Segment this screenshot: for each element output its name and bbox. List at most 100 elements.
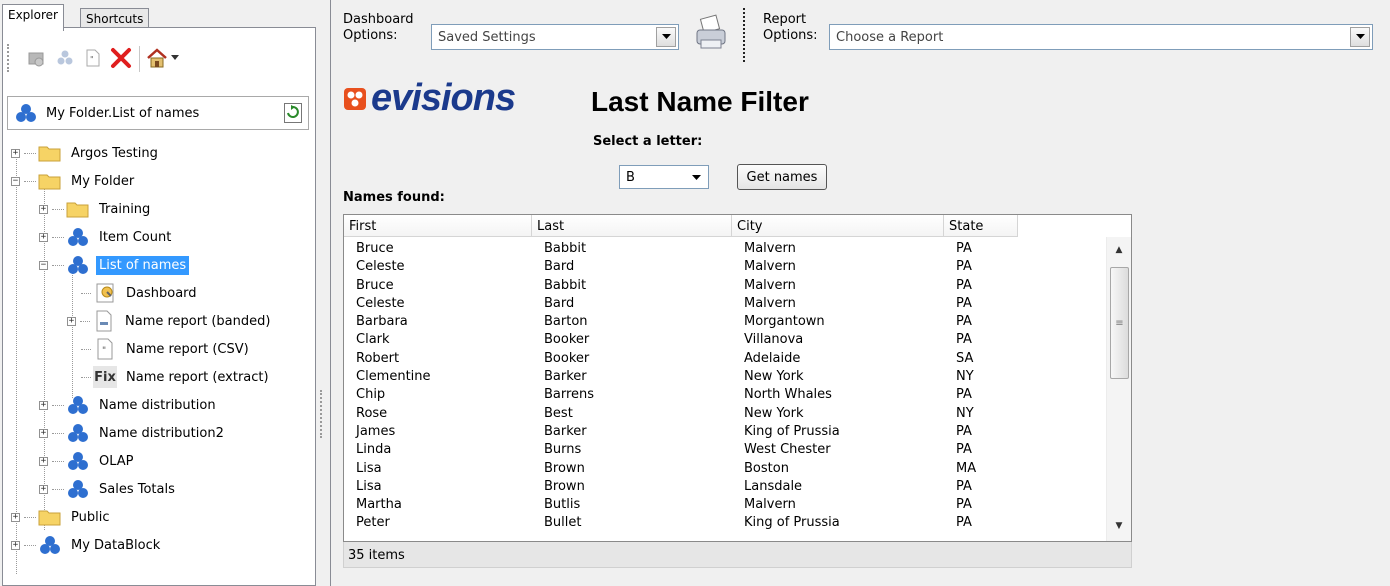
- cell-state: PA: [956, 442, 972, 458]
- chevron-down-icon[interactable]: [686, 168, 706, 188]
- tree-node-argos-testing[interactable]: + Argos Testing: [11, 140, 161, 166]
- new-datablock-icon[interactable]: [25, 46, 49, 70]
- table-row[interactable]: Celeste Bard Malvern PA: [344, 258, 1104, 276]
- scroll-down-icon[interactable]: ▼: [1113, 521, 1125, 533]
- csv-report-icon: ": [93, 338, 117, 360]
- tab-explorer[interactable]: Explorer: [2, 4, 64, 31]
- table-row[interactable]: Lisa Brown Boston MA: [344, 460, 1104, 478]
- tree-node-training[interactable]: + Training: [39, 196, 153, 222]
- column-header-city[interactable]: City: [732, 215, 944, 237]
- cell-city: Malvern: [744, 259, 796, 275]
- toolbar-grip[interactable]: [7, 44, 9, 72]
- report-options-select[interactable]: Choose a Report: [829, 24, 1373, 50]
- datablock-icon: [66, 422, 90, 444]
- fix-report-icon: Fix: [93, 366, 117, 388]
- table-row[interactable]: Clementine Barker New York NY: [344, 368, 1104, 386]
- tree-node-my-folder[interactable]: − My Folder: [11, 168, 137, 194]
- datablock-icon: [66, 226, 90, 248]
- explorer-body: " My Folder.List of names + Argos Testin…: [2, 27, 316, 586]
- table-row[interactable]: Clark Booker Villanova PA: [344, 331, 1104, 349]
- tree-node-list-of-names[interactable]: − List of names: [39, 252, 190, 278]
- column-header-state[interactable]: State: [944, 215, 1018, 237]
- table-row[interactable]: James Barker King of Prussia PA: [344, 423, 1104, 441]
- cell-first: Rose: [356, 405, 388, 421]
- refresh-icon[interactable]: [284, 103, 302, 123]
- dashboard-options-label: Dashboard Options:: [343, 12, 414, 44]
- home-icon[interactable]: [145, 46, 169, 70]
- table-row[interactable]: Peter Bullet King of Prussia PA: [344, 514, 1104, 532]
- tree-node-item-count[interactable]: + Item Count: [39, 224, 174, 250]
- cell-state: PA: [956, 497, 972, 513]
- expand-icon[interactable]: +: [39, 428, 48, 438]
- chevron-down-icon[interactable]: [169, 46, 181, 70]
- cell-city: West Chester: [744, 442, 831, 458]
- table-row[interactable]: Barbara Barton Morgantown PA: [344, 313, 1104, 331]
- cell-first: Celeste: [356, 295, 405, 311]
- collapse-icon[interactable]: −: [39, 260, 48, 270]
- datablock-icon: [66, 394, 90, 416]
- pane-splitter[interactable]: [316, 0, 326, 586]
- table-row[interactable]: Lisa Brown Lansdale PA: [344, 478, 1104, 496]
- toolbar-separator: [139, 46, 140, 72]
- report-options-label: Report Options:: [763, 12, 818, 44]
- tree-node-dashboard[interactable]: Dashboard: [81, 280, 200, 306]
- column-header-first[interactable]: First: [344, 215, 532, 237]
- expand-icon[interactable]: +: [39, 456, 48, 466]
- tree-node-my-datablock[interactable]: + My DataBlock: [11, 532, 163, 558]
- folder-open-icon: [38, 170, 62, 192]
- table-row[interactable]: Robert Booker Adelaide SA: [344, 350, 1104, 368]
- chevron-down-icon[interactable]: [656, 27, 676, 47]
- expand-icon[interactable]: +: [11, 512, 20, 522]
- tree-node-name-report-banded[interactable]: + Name report (banded): [67, 308, 273, 334]
- expand-icon[interactable]: +: [39, 232, 48, 242]
- cell-first: Martha: [356, 497, 402, 513]
- table-row[interactable]: Chip Barrens North Whales PA: [344, 386, 1104, 404]
- tree-node-olap[interactable]: + OLAP: [39, 448, 137, 474]
- get-names-button[interactable]: Get names: [737, 164, 827, 190]
- cell-first: Clementine: [356, 369, 431, 385]
- table-row[interactable]: Rose Best New York NY: [344, 405, 1104, 423]
- expand-icon[interactable]: +: [39, 484, 48, 494]
- banded-report-icon: [92, 310, 116, 332]
- expand-icon[interactable]: +: [39, 204, 48, 214]
- cell-state: PA: [956, 387, 972, 403]
- dashboard-options-select[interactable]: Saved Settings: [431, 24, 679, 50]
- scroll-up-icon[interactable]: ▲: [1113, 245, 1125, 257]
- evisions-logo-mark: [344, 88, 366, 110]
- cell-city: Boston: [744, 460, 789, 476]
- new-csv-icon[interactable]: ": [81, 46, 105, 70]
- cell-first: Celeste: [356, 259, 405, 275]
- report-options-value: Choose a Report: [836, 29, 944, 45]
- dashboard-options-value: Saved Settings: [438, 29, 536, 45]
- table-row[interactable]: Bruce Babbit Malvern PA: [344, 277, 1104, 295]
- table-row[interactable]: Martha Butlis Malvern PA: [344, 496, 1104, 514]
- table-row[interactable]: Bruce Babbit Malvern PA: [344, 240, 1104, 258]
- table-row[interactable]: Linda Burns West Chester PA: [344, 441, 1104, 459]
- explorer-pane: Explorer Shortcuts " My Folder.List of n…: [0, 0, 316, 586]
- cell-last: Babbit: [544, 277, 587, 293]
- column-header-last[interactable]: Last: [532, 215, 732, 237]
- letter-select[interactable]: B: [619, 165, 709, 189]
- delete-icon[interactable]: [109, 46, 133, 70]
- splitter-grip[interactable]: [320, 390, 322, 438]
- table-scrollbar[interactable]: ▲ ≡ ▼: [1106, 237, 1131, 541]
- status-bar: 35 items: [343, 542, 1132, 568]
- tree-node-sales-totals[interactable]: + Sales Totals: [39, 476, 178, 502]
- expand-icon[interactable]: +: [67, 316, 76, 326]
- tree-node-name-report-extract[interactable]: Fix Name report (extract): [81, 364, 272, 390]
- expand-icon[interactable]: +: [11, 540, 20, 550]
- cell-last: Burns: [544, 442, 582, 458]
- chevron-down-icon[interactable]: [1350, 27, 1370, 47]
- new-object-icon[interactable]: [53, 46, 77, 70]
- collapse-icon[interactable]: −: [11, 176, 20, 186]
- cell-first: Linda: [356, 442, 392, 458]
- scroll-thumb[interactable]: ≡: [1110, 267, 1129, 379]
- printer-icon[interactable]: [693, 14, 729, 54]
- tree-node-public[interactable]: + Public: [11, 504, 112, 530]
- tree-node-name-distribution[interactable]: + Name distribution: [39, 392, 219, 418]
- tree-node-name-report-csv[interactable]: " Name report (CSV): [81, 336, 252, 362]
- tree-node-name-distribution2[interactable]: + Name distribution2: [39, 420, 227, 446]
- table-row[interactable]: Celeste Bard Malvern PA: [344, 295, 1104, 313]
- expand-icon[interactable]: +: [39, 400, 48, 410]
- expand-icon[interactable]: +: [11, 148, 20, 158]
